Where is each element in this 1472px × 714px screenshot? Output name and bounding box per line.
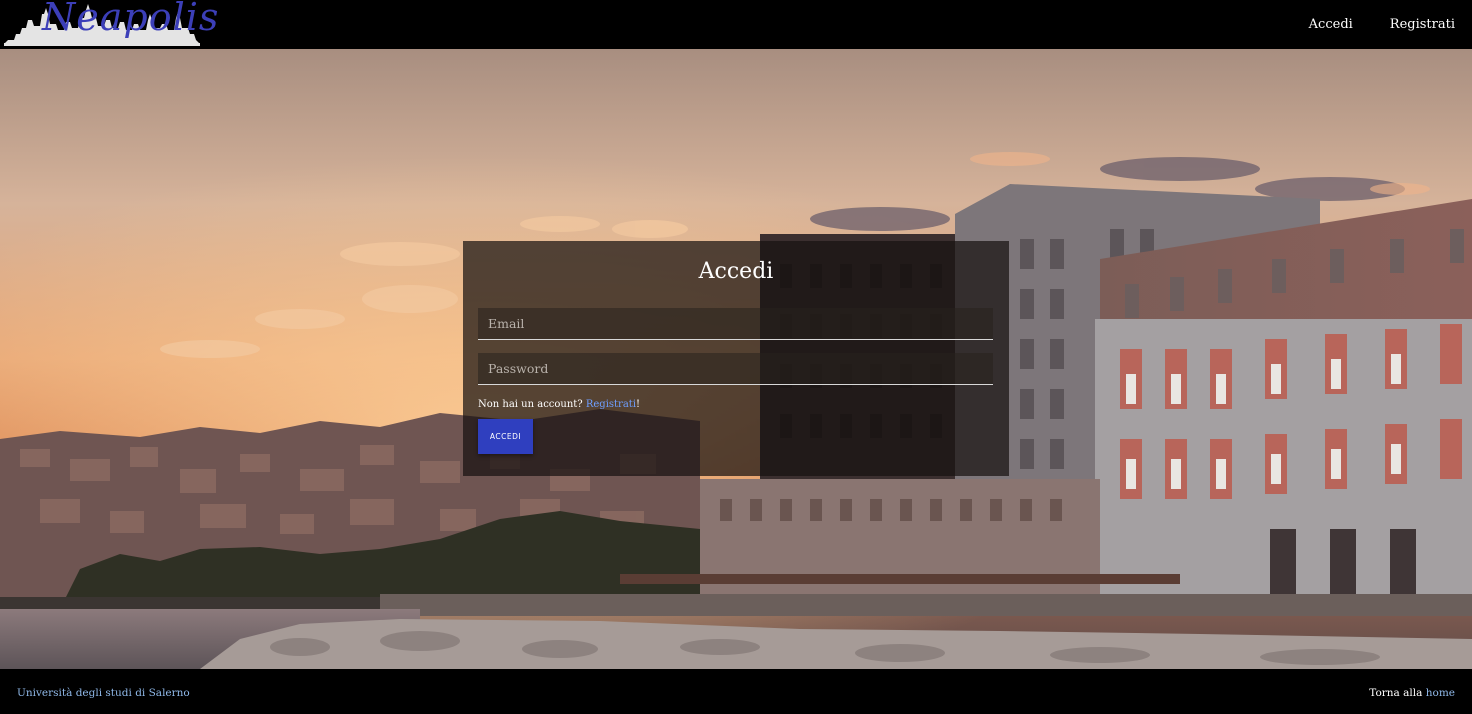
navbar: Neapolis Accedi Registrati (0, 0, 1472, 49)
nav-login-link[interactable]: Accedi (1309, 16, 1353, 34)
site-logo[interactable]: Neapolis (4, 0, 218, 46)
logo-text: Neapolis (42, 0, 220, 39)
signup-link[interactable]: Registrati (586, 399, 636, 410)
footer: Università degli studi di Salerno Torna … (0, 669, 1472, 714)
back-home-prefix: Torna alla (1369, 687, 1426, 699)
signup-suffix: ! (636, 399, 641, 410)
login-submit-button[interactable]: ACCEDI (478, 419, 533, 454)
email-input[interactable] (478, 308, 993, 340)
login-title: Accedi (698, 259, 774, 284)
home-link[interactable]: home (1426, 687, 1455, 699)
nav-register-link[interactable]: Registrati (1390, 16, 1455, 34)
university-link[interactable]: Università degli studi di Salerno (17, 686, 190, 700)
signup-prompt-text: Non hai un account? (478, 399, 586, 410)
nav-links: Accedi Registrati (1309, 16, 1455, 34)
login-card: Accedi Non hai un account? Registrati! A… (463, 241, 1009, 476)
back-home-text: Torna alla home (1369, 686, 1455, 700)
signup-prompt: Non hai un account? Registrati! (478, 398, 640, 412)
password-input[interactable] (478, 353, 993, 385)
